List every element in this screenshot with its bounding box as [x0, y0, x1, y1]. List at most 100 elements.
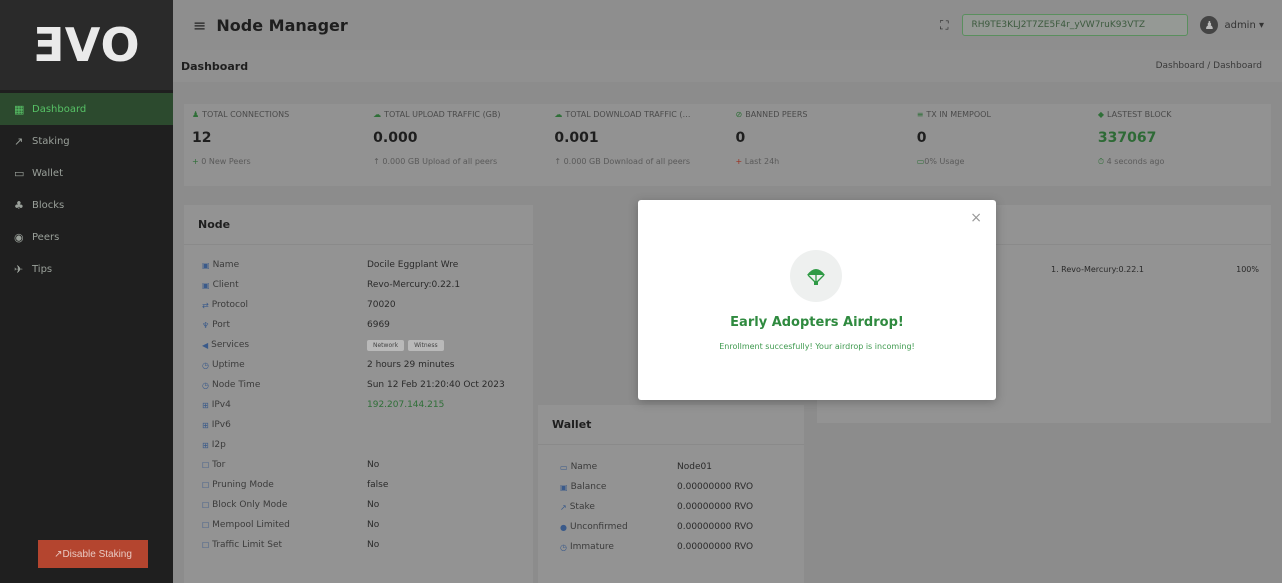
list-item: ⊞ I2p [202, 440, 226, 450]
stat-sub: ⏱ 4 seconds ago [1097, 157, 1165, 166]
stat-sub: + Last 24h [735, 157, 780, 166]
stat-value: 0.000 [373, 130, 418, 146]
sidebar-item-label: Peers [32, 231, 60, 243]
grid-icon: ▦ [14, 102, 25, 116]
list-item: ☐ Pruning Mode false [202, 480, 389, 490]
sidebar-item-label: Dashboard [32, 103, 87, 115]
sidebar-item-wallet[interactable]: ▭ Wallet [0, 157, 173, 189]
stat-total-connections: ♟ TOTAL CONNECTIONS 12 + 0 New Peers [184, 104, 365, 186]
circle-icon: ● [560, 522, 567, 532]
section-title: Dashboard [181, 59, 249, 73]
stat-value: 0.001 [554, 130, 599, 146]
close-icon[interactable]: × [970, 210, 982, 226]
disable-staking-button[interactable]: ↗Disable Staking [38, 540, 148, 568]
trend-icon: ↗ [560, 502, 567, 512]
breadcrumb-bar: Dashboard Dashboard / Dashboard [173, 50, 1282, 82]
client-icon: ▣ [202, 280, 210, 290]
clock-icon: ◷ [202, 380, 209, 390]
stat-value: 0 [916, 130, 927, 146]
services-icon: ◀ [202, 340, 209, 350]
cloud-download-icon: ☁ [554, 110, 563, 119]
wallet-info-list: ▭ Name Node01 ▣ Balance 0.00000000 RVO ↗ Stak… [538, 445, 804, 557]
list-item: ◀ Services Network Witness [202, 335, 533, 355]
list-item: ◷ Uptime 2 hours 29 minutes [202, 360, 455, 370]
main-area: ≡ Node Manager ⛶ RH9TE3KLJ2T7ZE5F4r_yVW7… [173, 0, 1282, 583]
stat-value: 0 [735, 130, 746, 146]
sidebar-item-label: Staking [32, 135, 70, 147]
service-badge: Network [367, 339, 405, 351]
breadcrumb[interactable]: Dashboard / Dashboard [1156, 61, 1262, 71]
node-card: Node ▣ Name Docile Eggplant Wre ▣ Client Rev… [184, 205, 533, 583]
sidebar-item-blocks[interactable]: ♣ Blocks [0, 189, 173, 221]
list-item: ◷ Node Time Sun 12 Feb 21:20:40 Oct 2023 [202, 380, 505, 390]
wallet-icon: ▭ [14, 166, 25, 180]
ban-icon: ⊘ [735, 110, 743, 119]
avatar[interactable]: ♟ [1200, 16, 1219, 34]
stats-row: ♟ TOTAL CONNECTIONS 12 + 0 New Peers ☁ TOT… [184, 104, 1271, 186]
stat-value: 337067 [1097, 130, 1157, 146]
sidebar-item-staking[interactable]: ↗ Staking [0, 125, 173, 157]
sidebar-item-peers[interactable]: ◉ Peers [0, 221, 173, 253]
airdrop-modal: × Early Adopters Airdrop! Enrollment suc… [638, 200, 996, 400]
fullscreen-icon[interactable]: ⛶ [940, 18, 948, 33]
checkbox-icon: ☐ [202, 540, 210, 550]
stat-latest-block: ◆ LASTEST BLOCK 337067 ⏱ 4 seconds ago [1090, 104, 1271, 186]
stat-sub: + 0 New Peers [192, 157, 251, 166]
peer-client-percent: 100% [1236, 265, 1259, 274]
tips-icon: ✈ [14, 262, 24, 276]
user-menu[interactable]: admin ▾ [1224, 20, 1264, 31]
wallet-card: Wallet ▭ Name Node01 ▣ Balance 0.00000000 RV… [538, 405, 804, 583]
network-icon: ⊞ [202, 420, 209, 430]
checkbox-icon: ☐ [202, 480, 210, 490]
list-item: ▣ Balance 0.00000000 RVO [560, 482, 754, 492]
blocks-icon: ♣ [14, 198, 24, 212]
peer-client-label: 1. Revo-Mercury:0.22.1 [1051, 265, 1144, 274]
page-title: Node Manager [216, 15, 348, 35]
wallet-card-title: Wallet [538, 405, 804, 445]
network-icon: ⊞ [202, 400, 209, 410]
stat-sub: ↑ 0.000 GB Download of all peers [554, 157, 691, 166]
list-item: ⊞ IPv4 192.207.144.215 [202, 400, 445, 410]
node-info-list: ▣ Name Docile Eggplant Wre ▣ Client Revo-Mer… [184, 245, 533, 555]
trend-icon: ↗ [14, 134, 24, 148]
stat-label: ⊘ BANNED PEERS [735, 110, 808, 119]
checkbox-icon: ☐ [202, 520, 210, 530]
list-item: ☐ Block Only Mode No [202, 500, 380, 510]
menu-icon[interactable]: ≡ [193, 16, 206, 35]
modal-title: Early Adopters Airdrop! [730, 315, 904, 330]
stat-sub: ▭0% Usage [916, 157, 965, 166]
sidebar-nav: ▦ Dashboard ↗ Staking ▭ Wallet ♣ Blocks … [0, 93, 173, 285]
server-icon: ≡ [916, 110, 924, 119]
sidebar-item-label: Tips [32, 263, 53, 275]
list-item: ⇄ Protocol 70020 [202, 300, 396, 310]
list-item: ▣ Client Revo-Mercury:0.22.1 [202, 280, 461, 290]
list-item: ☐ Traffic Limit Set No [202, 540, 380, 550]
sidebar-item-label: Blocks [32, 199, 65, 211]
stat-label: ≡ TX IN MEMPOOL [916, 110, 991, 119]
parachute-icon [790, 250, 842, 302]
list-item: ● Unconfirmed 0.00000000 RVO [560, 522, 754, 532]
stat-upload-traffic: ☁ TOTAL UPLOAD TRAFFIC (GB) 0.000 ↑ 0.000… [365, 104, 546, 186]
id-card-icon: ▣ [202, 260, 210, 270]
clock-icon: ◷ [202, 360, 209, 370]
balance-icon: ▣ [560, 482, 568, 492]
checkbox-icon: ☐ [202, 500, 210, 510]
node-card-title: Node [184, 205, 533, 245]
stat-label: ☁ TOTAL UPLOAD TRAFFIC (GB) [373, 110, 501, 119]
wallet-address[interactable]: RH9TE3KLJ2T7ZE5F4r_yVW7ruK93VTZ [962, 14, 1189, 36]
cloud-upload-icon: ☁ [373, 110, 382, 119]
list-item: ☐ Tor No [202, 460, 380, 470]
stat-label: ☁ TOTAL DOWNLOAD TRAFFIC (… [554, 110, 691, 119]
sidebar-item-dashboard[interactable]: ▦ Dashboard [0, 93, 173, 125]
network-icon: ⊞ [202, 440, 209, 450]
sidebar-item-tips[interactable]: ✈ Tips [0, 253, 173, 285]
list-item: ☐ Mempool Limited No [202, 520, 380, 530]
list-item: ▣ Name Docile Eggplant Wre [202, 260, 459, 270]
wallet-icon: ▭ [560, 462, 568, 472]
peers-icon: ◉ [14, 230, 24, 244]
sidebar: ƎVO ▦ Dashboard ↗ Staking ▭ Wallet ♣ Blo… [0, 0, 173, 583]
clock-icon: ◷ [560, 542, 567, 552]
list-item: ↗ Stake 0.00000000 RVO [560, 502, 754, 512]
stat-label: ◆ LASTEST BLOCK [1097, 110, 1172, 119]
list-item: ◷ Immature 0.00000000 RVO [560, 542, 754, 552]
